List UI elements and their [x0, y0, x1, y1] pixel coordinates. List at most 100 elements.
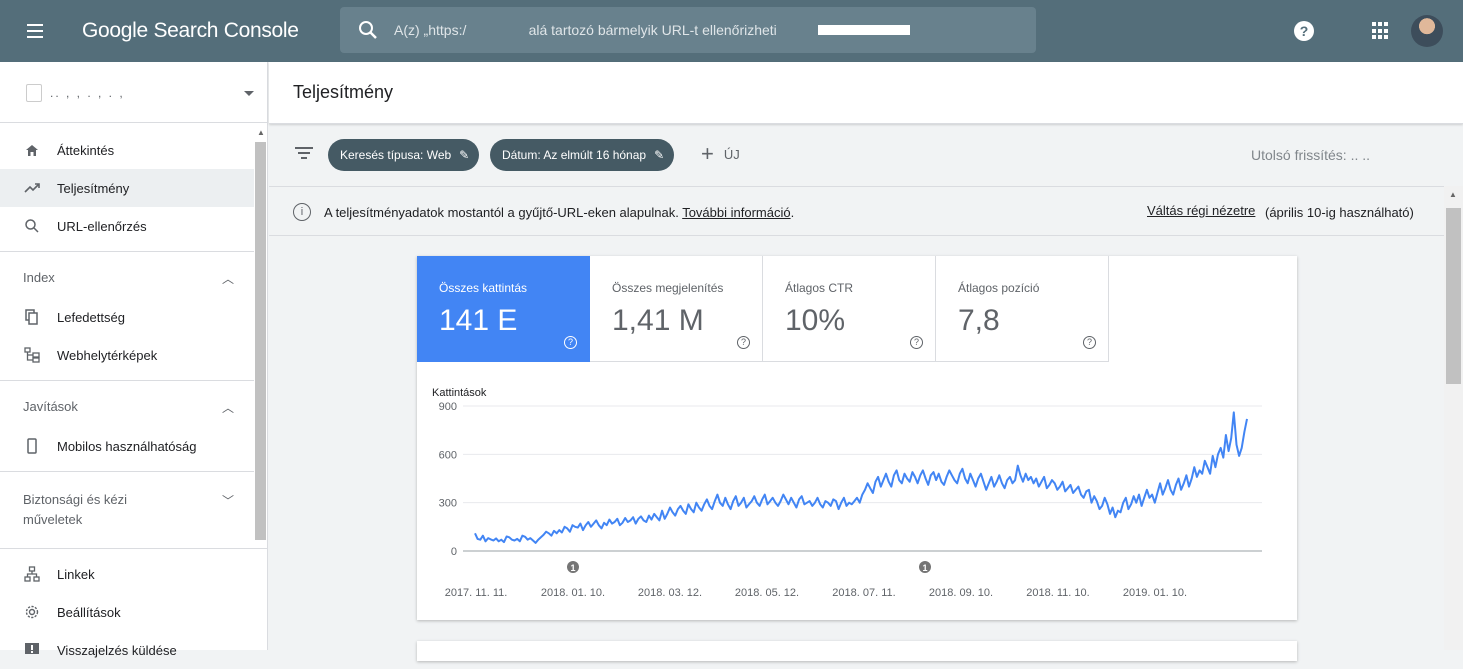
redaction-mark	[818, 25, 910, 35]
avatar[interactable]	[1411, 15, 1443, 47]
trending-up-icon	[24, 180, 40, 196]
more-info-link[interactable]: További információ	[682, 205, 790, 220]
plus-icon: +	[701, 141, 714, 166]
sidebar-scrollbar-thumb[interactable]	[255, 142, 266, 540]
divider	[0, 251, 267, 252]
home-icon	[24, 142, 40, 158]
sitemap-icon	[24, 347, 40, 363]
chip-label: Dátum: Az elmúlt 16 hónap	[502, 148, 647, 162]
metric-label: Összes kattintás	[439, 281, 528, 295]
phone-icon	[24, 438, 40, 454]
info-icon: i	[293, 203, 311, 221]
chip-date[interactable]: Dátum: Az elmúlt 16 hónap ✎	[490, 139, 675, 171]
help-icon[interactable]: ?	[737, 336, 750, 349]
page-header: Teljesítmény	[269, 62, 1463, 124]
info-text: A teljesítményadatok mostantól a gyűjtő-…	[324, 205, 679, 220]
metric-label: Átlagos pozíció	[958, 281, 1040, 295]
metric-label: Átlagos CTR	[785, 281, 854, 295]
sidebar-item-label: Linkek	[57, 566, 95, 582]
sidebar-item-links[interactable]: Linkek	[0, 555, 267, 593]
annotation-label: 1	[922, 563, 927, 573]
switch-old-view-link[interactable]: Váltás régi nézetre	[1147, 203, 1255, 218]
coverage-icon	[24, 309, 40, 325]
help-icon[interactable]: ?	[910, 336, 923, 349]
section-label: Biztonsági és kézi műveletek	[23, 492, 128, 527]
gear-icon	[24, 604, 40, 620]
property-selector[interactable]: .. , , . , . ,	[0, 62, 267, 123]
performance-card: Összes kattintás 141 E ? Összes megjelen…	[417, 256, 1297, 620]
sidebar-item-mobile-usability[interactable]: Mobilos használhatóság	[0, 427, 267, 465]
metric-total-impressions[interactable]: Összes megjelenítés 1,41 M ?	[590, 256, 763, 362]
sidebar-item-label: Mobilos használhatóság	[57, 438, 197, 454]
scroll-up-arrow-icon[interactable]: ▲	[1449, 190, 1457, 199]
sidebar-item-coverage[interactable]: Lefedettség	[0, 298, 267, 336]
x-tick-label: 2018. 09. 10.	[929, 587, 993, 599]
menu-icon[interactable]	[20, 16, 50, 46]
section-label: Index	[23, 270, 55, 285]
section-index[interactable]: Index ︿	[0, 258, 267, 298]
sidebar-item-performance[interactable]: Teljesítmény	[0, 169, 267, 207]
metric-value: 141 E	[439, 304, 518, 337]
chevron-up-icon[interactable]: ︿	[222, 399, 234, 416]
sidebar-item-label: Lefedettség	[57, 309, 125, 325]
metric-value: 1,41 M	[612, 304, 704, 337]
info-text-line: A teljesítményadatok mostantól a gyűjtő-…	[324, 205, 794, 220]
chevron-up-icon[interactable]: ︿	[222, 270, 234, 287]
section-label: Javítások	[23, 399, 78, 414]
metric-total-clicks[interactable]: Összes kattintás 141 E ?	[417, 256, 590, 362]
app-logo[interactable]: Google Search Console	[82, 19, 299, 43]
sidebar-item-label: Webhelytérképek	[57, 347, 158, 363]
clicks-chart: Kattintások 0 300 600 900 2017. 11. 11. 2018. …	[417, 362, 1297, 620]
chevron-down-icon[interactable]: ﹀	[222, 492, 234, 509]
apps-grid-icon[interactable]	[1372, 22, 1390, 40]
search-icon[interactable]	[356, 18, 380, 42]
metric-label: Összes megjelenítés	[612, 281, 724, 295]
y-tick-label: 900	[439, 401, 457, 413]
section-security[interactable]: Biztonsági és kézi műveletek ﹀	[0, 478, 267, 542]
property-icon	[26, 84, 42, 102]
last-update-label: Utolsó frissítés:	[1251, 147, 1347, 163]
switch-note: (április 10-ig használható)	[1265, 205, 1414, 220]
sidebar-item-label: Áttekintés	[57, 142, 115, 158]
help-icon[interactable]: ?	[1294, 21, 1314, 41]
sidebar-item-label: URL-ellenőrzés	[57, 218, 147, 234]
new-filter-label: ÚJ	[723, 146, 740, 162]
metric-average-position[interactable]: Átlagos pozíció 7,8 ?	[936, 256, 1109, 362]
help-icon[interactable]: ?	[1083, 336, 1096, 349]
info-banner: i A teljesítményadatok mostantól a gyűjt…	[269, 186, 1444, 236]
x-tick-label: 2018. 03. 12.	[638, 587, 702, 599]
metric-average-ctr[interactable]: Átlagos CTR 10% ?	[763, 256, 936, 362]
filter-bar: Keresés típusa: Web ✎ Dátum: Az elmúlt 1…	[269, 125, 1444, 185]
new-filter-button[interactable]: + ÚJ	[701, 143, 740, 165]
series-line-clicks	[474, 411, 1248, 544]
annotation-label: 1	[570, 563, 575, 573]
main-scrollbar-thumb[interactable]	[1446, 208, 1461, 384]
divider	[0, 471, 267, 472]
sidebar-item-label: Visszajelzés küldése	[57, 642, 177, 658]
sidebar-item-settings[interactable]: Beállítások	[0, 593, 267, 631]
sidebar-item-url-inspection[interactable]: URL-ellenőrzés	[0, 207, 267, 245]
y-axis-label: Kattintások	[432, 387, 487, 399]
section-enhancements[interactable]: Javítások ︿	[0, 387, 267, 427]
feedback-icon	[24, 642, 40, 658]
sidebar-item-feedback[interactable]: Visszajelzés küldése	[0, 631, 267, 669]
search-box[interactable]	[340, 7, 1036, 53]
last-update-value: .. ..	[1350, 147, 1371, 163]
pencil-icon: ✎	[459, 148, 470, 162]
chip-search-type[interactable]: Keresés típusa: Web ✎	[328, 139, 480, 171]
y-tick-label: 600	[439, 449, 457, 461]
queries-card	[417, 641, 1297, 661]
sidebar: .. , , . , . , Áttekintés Teljesítmény U…	[0, 62, 268, 658]
scroll-up-arrow-icon[interactable]: ▲	[257, 128, 265, 137]
x-tick-label: 2018. 07. 11.	[832, 587, 895, 599]
y-tick-label: 300	[439, 498, 457, 510]
x-tick-label: 2018. 01. 10.	[541, 587, 605, 599]
dropdown-caret-icon[interactable]	[244, 91, 254, 96]
info-period: .	[790, 205, 795, 220]
help-icon[interactable]: ?	[564, 336, 577, 349]
sidebar-item-overview[interactable]: Áttekintés	[0, 131, 267, 169]
sidebar-item-sitemaps[interactable]: Webhelytérképek	[0, 336, 267, 374]
filter-icon[interactable]	[295, 147, 313, 161]
pencil-icon: ✎	[654, 148, 665, 162]
chip-label: Keresés típusa: Web	[340, 148, 452, 162]
